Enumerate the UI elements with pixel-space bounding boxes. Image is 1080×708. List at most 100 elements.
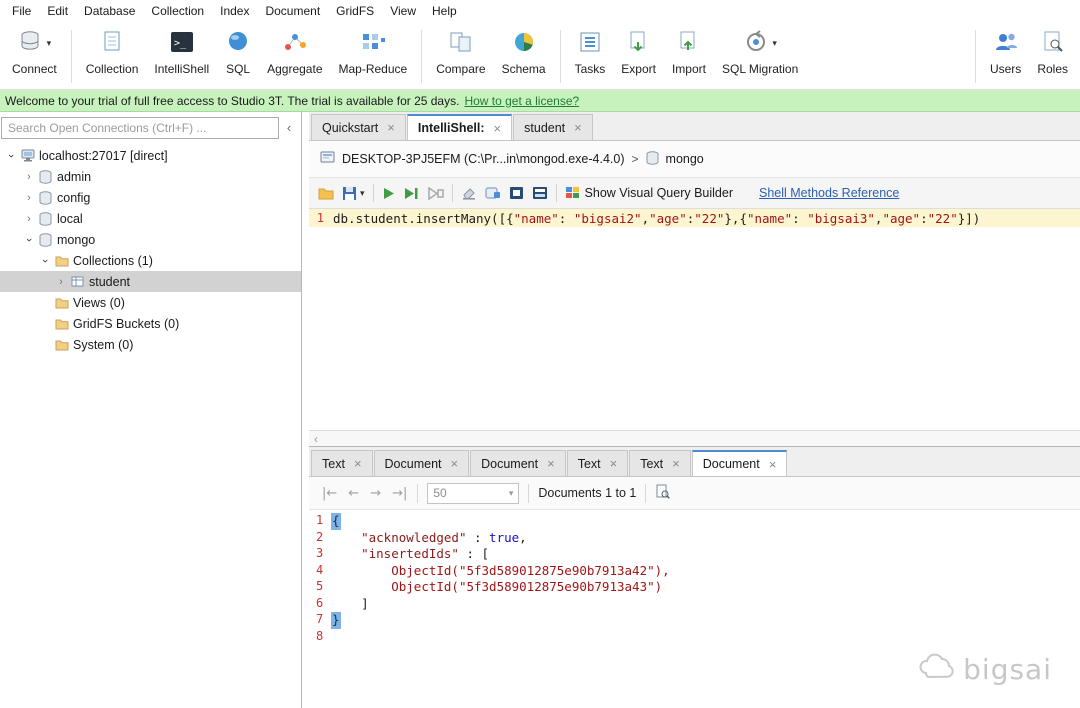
menu-file[interactable]: File	[4, 1, 39, 21]
close-icon[interactable]: ×	[610, 456, 618, 471]
tasks-label: Tasks	[575, 62, 606, 76]
tasks-button[interactable]: Tasks	[567, 24, 614, 89]
code-token: "22"	[928, 211, 958, 226]
new-shell-tab-icon[interactable]	[485, 186, 501, 200]
expand-arrow-icon[interactable]: ›	[22, 213, 36, 225]
tab-quickstart[interactable]: Quickstart ×	[311, 114, 406, 140]
result-tab-document-1[interactable]: Document ×	[374, 450, 470, 476]
editor-line-number: 1	[309, 211, 333, 225]
users-button[interactable]: Users	[982, 24, 1029, 89]
database-icon	[36, 233, 55, 247]
connect-icon	[18, 29, 44, 58]
clear-shell-icon[interactable]	[461, 186, 477, 200]
roles-button[interactable]: Roles	[1029, 24, 1076, 89]
get-license-link[interactable]: How to get a license?	[464, 94, 579, 108]
intellishell-editor[interactable]: 1 db.student.insertMany([{"name": "bigsa…	[309, 209, 1080, 430]
menu-collection[interactable]: Collection	[143, 1, 212, 21]
output-line-number: 2	[309, 530, 331, 547]
menu-help[interactable]: Help	[424, 1, 465, 21]
menu-document[interactable]: Document	[257, 1, 328, 21]
scroll-left-icon[interactable]: ‹	[314, 432, 318, 446]
editor-horizontal-scrollbar[interactable]: ‹	[309, 430, 1080, 446]
export-button[interactable]: Export	[613, 24, 664, 89]
compare-button[interactable]: Compare	[428, 24, 493, 89]
expand-arrow-icon[interactable]: ›	[23, 233, 35, 247]
result-tab-text-2[interactable]: Text ×	[567, 450, 629, 476]
connect-dropdown-caret[interactable]: ▾	[47, 38, 52, 49]
tab-student[interactable]: student ×	[513, 114, 593, 140]
page-size-select[interactable]: 50 ▾	[427, 483, 519, 504]
connection-path[interactable]: DESKTOP-3PJ5EFM (C:\Pr...in\mongod.exe-4…	[342, 152, 625, 166]
search-connections-input[interactable]	[1, 117, 279, 139]
expand-arrow-icon[interactable]: ›	[39, 254, 51, 268]
roles-icon	[1041, 29, 1065, 58]
expand-arrow-icon[interactable]: ›	[54, 276, 68, 288]
tree-item-config[interactable]: › config	[0, 187, 301, 208]
run-statement-icon[interactable]	[403, 187, 419, 200]
save-button[interactable]: ▾	[342, 186, 365, 201]
menu-view[interactable]: View	[382, 1, 424, 21]
import-button[interactable]: Import	[664, 24, 714, 89]
result-output[interactable]: 1{ 2 "acknowledged" : true, 3 "insertedI…	[309, 510, 1080, 708]
run-script-icon[interactable]	[382, 187, 395, 200]
open-file-icon[interactable]	[318, 186, 334, 200]
tree-item-student[interactable]: › student	[0, 271, 301, 292]
close-icon[interactable]: ×	[574, 120, 582, 135]
sql-migration-dropdown-caret[interactable]: ▾	[772, 38, 777, 49]
first-page-button[interactable]: |←	[321, 486, 338, 501]
shell-methods-reference-link[interactable]: Shell Methods Reference	[759, 186, 899, 200]
toolbar-separator	[71, 30, 72, 83]
output-line-number: 6	[309, 596, 331, 613]
close-icon[interactable]: ×	[547, 456, 555, 471]
close-icon[interactable]: ×	[354, 456, 362, 471]
sql-button[interactable]: SQL	[217, 24, 259, 89]
tree-item-system[interactable]: › System (0)	[0, 334, 301, 355]
output-json-icon[interactable]	[509, 186, 524, 200]
sidebar-collapse-icon[interactable]: ‹	[279, 120, 299, 135]
connection-database[interactable]: mongo	[666, 152, 704, 166]
results-panel: Text × Document × Document × Text ×	[309, 446, 1080, 708]
menu-gridfs[interactable]: GridFS	[328, 1, 382, 21]
tree-item-local[interactable]: › local	[0, 208, 301, 229]
tree-item-views[interactable]: › Views (0)	[0, 292, 301, 313]
result-tab-text-3[interactable]: Text ×	[629, 450, 691, 476]
tree-item-collections[interactable]: › Collections (1)	[0, 250, 301, 271]
map-reduce-button[interactable]: Map-Reduce	[331, 24, 416, 89]
view-document-icon[interactable]	[655, 484, 670, 502]
save-dropdown-caret[interactable]: ▾	[360, 188, 365, 199]
explain-query-icon[interactable]	[427, 187, 444, 200]
result-tab-text-1[interactable]: Text ×	[311, 450, 373, 476]
result-tab-document-2[interactable]: Document ×	[470, 450, 566, 476]
last-page-button[interactable]: →|	[391, 486, 408, 501]
expand-arrow-icon[interactable]: ›	[5, 149, 17, 163]
tree-item-mongo[interactable]: › mongo	[0, 229, 301, 250]
intellishell-button[interactable]: >_ IntelliShell	[146, 24, 217, 89]
menu-database[interactable]: Database	[76, 1, 143, 21]
next-page-button[interactable]: →	[369, 486, 382, 501]
documents-range-status: Documents 1 to 1	[538, 486, 636, 500]
collection-label: Collection	[86, 62, 139, 76]
menu-index[interactable]: Index	[212, 1, 257, 21]
sidebar-splitter[interactable]	[302, 112, 309, 708]
tree-item-localhost[interactable]: › localhost:27017 [direct]	[0, 145, 301, 166]
sql-migration-button[interactable]: ▾ SQL Migration	[714, 24, 806, 89]
tree-item-admin[interactable]: › admin	[0, 166, 301, 187]
close-icon[interactable]: ×	[451, 456, 459, 471]
close-icon[interactable]: ×	[769, 457, 777, 472]
collection-button[interactable]: Collection	[78, 24, 147, 89]
close-icon[interactable]: ×	[672, 456, 680, 471]
close-icon[interactable]: ×	[494, 121, 502, 136]
menu-edit[interactable]: Edit	[39, 1, 76, 21]
expand-arrow-icon[interactable]: ›	[22, 192, 36, 204]
close-icon[interactable]: ×	[387, 120, 395, 135]
aggregate-button[interactable]: Aggregate	[259, 24, 330, 89]
connect-button[interactable]: ▾ Connect	[4, 24, 65, 89]
schema-button[interactable]: Schema	[494, 24, 554, 89]
previous-page-button[interactable]: ←	[347, 486, 360, 501]
output-table-icon[interactable]	[532, 186, 548, 200]
tree-item-gridfs-buckets[interactable]: › GridFS Buckets (0)	[0, 313, 301, 334]
tab-intellishell[interactable]: IntelliShell: ×	[407, 114, 512, 140]
expand-arrow-icon[interactable]: ›	[22, 171, 36, 183]
result-tab-document-3[interactable]: Document ×	[692, 450, 788, 476]
visual-query-builder-button[interactable]: Show Visual Query Builder	[565, 186, 733, 200]
